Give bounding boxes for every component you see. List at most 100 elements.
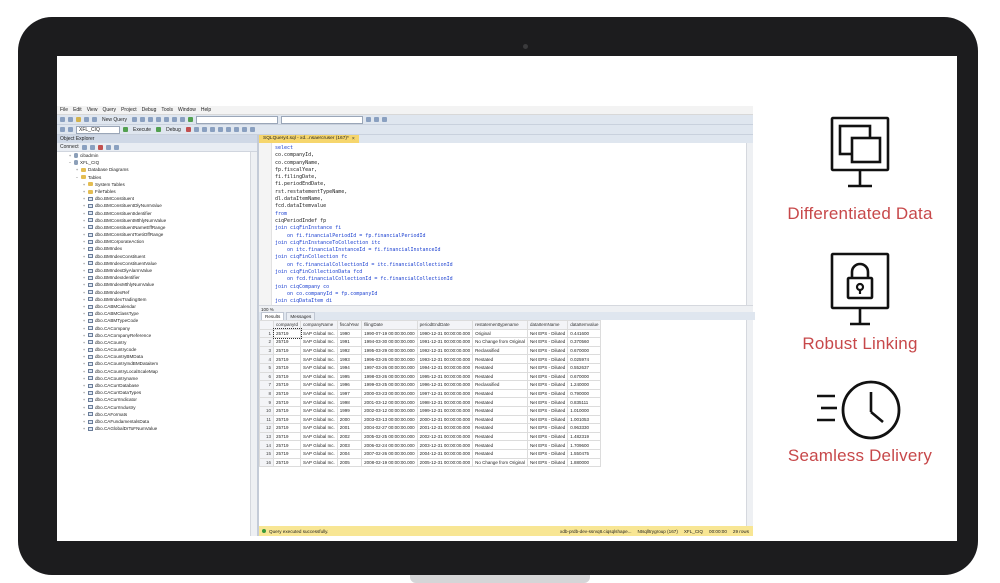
table-cell[interactable]: Restated	[472, 414, 528, 425]
tree-node[interactable]: + dbo.CAFundamentalsData	[57, 418, 251, 425]
table-cell[interactable]: 1990-07-19 00:00:00.000	[361, 328, 418, 339]
menu-tools[interactable]: Tools	[161, 106, 173, 114]
table-cell[interactable]: Restated	[472, 431, 528, 442]
paste-icon[interactable]	[164, 117, 170, 122]
table-cell[interactable]: 1998-12-31 00:00:00.000	[416, 397, 474, 407]
tree-node[interactable]: + dbo.CACompanyReference	[57, 332, 251, 339]
table-cell[interactable]: 25719	[272, 380, 302, 390]
table-cell[interactable]: SAP Global Inc.	[300, 337, 338, 347]
table-cell[interactable]: SAP Global Inc.	[300, 371, 338, 382]
tree-node[interactable]: + cibadmin	[57, 152, 251, 159]
database-select[interactable]: XFL_CIQ	[76, 125, 120, 134]
table-cell[interactable]: 2003	[336, 440, 363, 450]
table-cell[interactable]: 2002-12-31 00:00:00.000	[416, 431, 474, 442]
tree-node[interactable]: + Database Diagrams	[57, 166, 251, 173]
tree-node[interactable]: + dbo.BMConstituentDlyNumValue	[57, 202, 251, 209]
tree-node[interactable]: + dbo.CABMTypeCode	[57, 317, 251, 324]
menu-debug[interactable]: Debug	[142, 106, 157, 114]
open-icon[interactable]	[84, 117, 89, 122]
plan-icon[interactable]	[201, 127, 207, 132]
column-header[interactable]: companyId	[272, 320, 302, 330]
table-row[interactable]: 13 25719 SAP Global Inc. 2002 2005-02-25 00:…	[259, 431, 602, 442]
tree-node[interactable]: + dbo.CABMCalendar	[57, 303, 251, 310]
db-query-icon[interactable]	[132, 117, 138, 122]
tree-node[interactable]: + dbo.BMIndexIdentifier	[57, 274, 251, 281]
table-cell[interactable]: 25719	[272, 337, 302, 347]
save-icon[interactable]	[92, 117, 97, 122]
tree-node[interactable]: + System Tables	[57, 181, 251, 188]
table-cell[interactable]: SAP Global Inc.	[300, 414, 338, 425]
table-cell[interactable]: 1995-12-31 00:00:00.000	[416, 371, 474, 382]
tree-node[interactable]: + dbo.CAFormats	[57, 411, 251, 418]
copy-icon[interactable]	[156, 117, 162, 122]
table-row[interactable]: 6 25719 SAP Global Inc. 1995 1998-03-26 00:0…	[259, 371, 602, 382]
expand-icon[interactable]: +	[82, 317, 86, 324]
tree-node[interactable]: − Tables	[57, 174, 251, 181]
table-cell[interactable]: SAP Global Inc.	[300, 345, 338, 356]
table-cell[interactable]: 1.880000	[567, 457, 602, 468]
table-cell[interactable]: 2002	[336, 431, 363, 442]
table-row[interactable]: 16 25719 SAP Global Inc. 2005 2008-02-19 00:…	[259, 457, 602, 468]
expand-icon[interactable]: +	[82, 202, 86, 209]
tree-node[interactable]: + dbo.CABMClassType	[57, 310, 251, 317]
table-cell[interactable]: 1993	[336, 354, 363, 364]
results-text-icon[interactable]	[209, 127, 215, 132]
expand-icon[interactable]: +	[82, 238, 86, 245]
table-cell[interactable]: 25719	[272, 405, 302, 416]
table-cell[interactable]: 25719	[272, 354, 302, 364]
table-cell[interactable]: SAP Global Inc.	[300, 448, 338, 459]
tree-node[interactable]: + dbo.CAGlobalDrToFNumValue	[57, 425, 251, 432]
expand-icon[interactable]: +	[82, 382, 86, 389]
table-cell[interactable]: 25719	[272, 388, 302, 399]
table-cell[interactable]: 2004-02-27 00:00:00.000	[361, 423, 418, 433]
tree-node[interactable]: + dbo.CACurrIndicator	[57, 396, 251, 403]
table-cell[interactable]: SAP Global Inc.	[300, 380, 338, 390]
indent-icon[interactable]	[249, 127, 255, 132]
table-cell[interactable]: Net EPS - Diluted	[526, 388, 569, 399]
expand-icon[interactable]: +	[82, 253, 86, 260]
expand-icon[interactable]: +	[82, 267, 86, 274]
tree-node[interactable]: + dbo.BMIndexTradingItem	[57, 296, 251, 303]
expand-icon[interactable]: +	[82, 411, 86, 418]
table-cell[interactable]: SAP Global Inc.	[300, 431, 338, 442]
tab-messages[interactable]: Messages	[286, 312, 316, 320]
expand-icon[interactable]: +	[82, 181, 86, 188]
tree-node[interactable]: + dbo.BMIndexConstituentValue	[57, 260, 251, 267]
table-cell[interactable]: 2007-02-26 00:00:00.000	[361, 448, 418, 459]
table-cell[interactable]: 1.550475	[567, 448, 602, 459]
table-cell[interactable]: Reclassified	[472, 380, 528, 390]
collapse-icon[interactable]: −	[68, 159, 72, 166]
expand-icon[interactable]: +	[82, 274, 86, 281]
menu-edit[interactable]: Edit	[73, 106, 82, 114]
column-header[interactable]: filingDate	[361, 320, 418, 330]
table-cell[interactable]: 1996-03-26 00:00:00.000	[361, 354, 418, 364]
expand-icon[interactable]: +	[82, 281, 86, 288]
tree-node[interactable]: + dbo.BMConstituentToetiOffRange	[57, 231, 251, 238]
expand-icon[interactable]: +	[82, 224, 86, 231]
table-row[interactable]: 7 25719 SAP Global Inc. 1996 1999-03-25 00:0…	[259, 380, 602, 390]
menu-window[interactable]: Window	[178, 106, 196, 114]
table-cell[interactable]: 2002-03-12 00:00:00.000	[361, 405, 418, 416]
table-cell[interactable]: 1999-03-25 00:00:00.000	[361, 380, 418, 390]
table-cell[interactable]: 2005-12-31 00:00:00.000	[416, 457, 474, 468]
expand-icon[interactable]: +	[82, 303, 86, 310]
table-row[interactable]: 10 25719 SAP Global Inc. 1999 2002-03-12 00:…	[259, 405, 602, 416]
table-cell[interactable]: SAP Global Inc.	[300, 328, 338, 339]
table-cell[interactable]: Net EPS - Diluted	[526, 362, 569, 373]
column-header[interactable]: companyName	[300, 320, 338, 330]
table-cell[interactable]: 25719	[272, 328, 302, 339]
new-query-button[interactable]: New Query	[100, 116, 129, 124]
table-cell[interactable]: 1.482319	[567, 431, 602, 442]
table-cell[interactable]: 2003-12-31 00:00:00.000	[416, 440, 474, 450]
tree-node[interactable]: + dbo.BMIndex	[57, 245, 251, 252]
table-row[interactable]: 2 25719 SAP Global Inc. 1991 1994-03-30 00:0…	[259, 337, 602, 347]
editor-scrollbar[interactable]	[746, 143, 753, 305]
table-cell[interactable]: 0.552637	[567, 362, 602, 373]
table-cell[interactable]: Restated	[472, 354, 528, 364]
table-row[interactable]: 15 25719 SAP Global Inc. 2004 2007-02-26 00:…	[259, 448, 602, 459]
table-cell[interactable]: 0.835111	[567, 397, 602, 407]
table-cell[interactable]: 1997	[336, 388, 363, 399]
properties-icon[interactable]	[374, 117, 380, 122]
refresh-icon[interactable]	[113, 144, 119, 150]
table-cell[interactable]: SAP Global Inc.	[300, 397, 338, 407]
